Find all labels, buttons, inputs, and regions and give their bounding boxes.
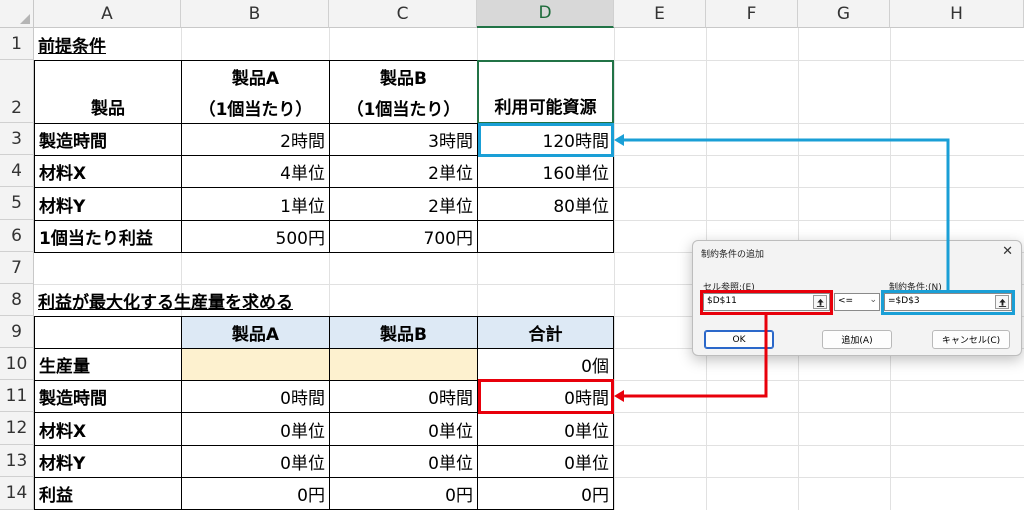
column-header-a[interactable]: A <box>34 0 181 28</box>
cell-a8-section-title[interactable]: 利益が最大化する生産量を求める <box>34 284 434 316</box>
gridline <box>614 28 615 510</box>
highlight-d3-box <box>478 123 614 157</box>
cell-d14[interactable]: 0円 <box>477 477 614 510</box>
cell-b13[interactable]: 0単位 <box>181 445 330 478</box>
cell-d2-selected[interactable]: 利用可能資源 <box>477 60 614 124</box>
row-header-5[interactable]: 5 <box>0 187 34 220</box>
cell-a3[interactable]: 製造時間 <box>34 123 182 156</box>
cell-c5[interactable]: 2単位 <box>329 187 478 221</box>
select-all-corner[interactable] <box>0 0 34 28</box>
column-header-d[interactable]: D <box>477 0 614 28</box>
cell-d13[interactable]: 0単位 <box>477 445 614 478</box>
cell-c11[interactable]: 0時間 <box>329 380 478 413</box>
cell-b9[interactable]: 製品A <box>181 316 330 349</box>
row-header-3[interactable]: 3 <box>0 123 34 155</box>
cell-a11[interactable]: 製造時間 <box>34 380 182 413</box>
cell-d9[interactable]: 合計 <box>477 316 614 349</box>
ok-button[interactable]: OK <box>704 330 774 349</box>
cell-b6[interactable]: 500円 <box>181 220 330 253</box>
cell-c10-input[interactable] <box>329 348 478 381</box>
row-header-12[interactable]: 12 <box>0 412 34 445</box>
cell-c13[interactable]: 0単位 <box>329 445 478 478</box>
row-header-14[interactable]: 14 <box>0 477 34 510</box>
cell-c14[interactable]: 0円 <box>329 477 478 510</box>
column-header-e[interactable]: E <box>614 0 706 28</box>
cell-d4[interactable]: 160単位 <box>477 155 614 188</box>
cell-d6[interactable] <box>477 220 614 253</box>
cell-b12[interactable]: 0単位 <box>181 412 330 446</box>
row-header-11[interactable]: 11 <box>0 380 34 412</box>
cell-c9[interactable]: 製品B <box>329 316 478 349</box>
column-header-h[interactable]: H <box>890 0 1024 28</box>
highlight-d11-box <box>478 379 614 414</box>
column-header-g[interactable]: G <box>798 0 890 28</box>
cell-b5[interactable]: 1単位 <box>181 187 330 221</box>
red-arrow-head <box>614 390 624 402</box>
cell-c2[interactable]: 製品B （1個当たり） <box>329 60 478 124</box>
highlight-constraint-box <box>881 290 1015 315</box>
cell-c4[interactable]: 2単位 <box>329 155 478 188</box>
dialog-title: 制約条件の追加 <box>701 250 765 260</box>
row-header-1[interactable]: 1 <box>0 28 34 60</box>
chevron-down-icon: ⌄ <box>869 295 877 305</box>
cell-b2-line2: （1個当たり） <box>198 100 313 120</box>
row-header-7[interactable]: 7 <box>0 252 34 284</box>
cell-b3[interactable]: 2時間 <box>181 123 330 156</box>
cell-b4[interactable]: 4単位 <box>181 155 330 188</box>
row-header-13[interactable]: 13 <box>0 445 34 477</box>
cell-b2-line1: 製品A <box>231 69 280 89</box>
cell-a10[interactable]: 生産量 <box>34 348 182 381</box>
row-header-9[interactable]: 9 <box>0 316 34 348</box>
cell-a4[interactable]: 材料X <box>34 155 182 188</box>
close-icon[interactable]: ✕ <box>1002 244 1013 259</box>
cell-c6[interactable]: 700円 <box>329 220 478 253</box>
cell-b14[interactable]: 0円 <box>181 477 330 510</box>
row-header-4[interactable]: 4 <box>0 155 34 187</box>
cell-d10[interactable]: 0個 <box>477 348 614 381</box>
row-header-6[interactable]: 6 <box>0 220 34 252</box>
row-header-8[interactable]: 8 <box>0 284 34 316</box>
cell-c3[interactable]: 3時間 <box>329 123 478 156</box>
add-button[interactable]: 追加(A) <box>822 330 892 349</box>
operator-value: <= <box>838 296 854 306</box>
cell-c2-line1: 製品B <box>380 69 427 89</box>
cell-a14[interactable]: 利益 <box>34 477 182 510</box>
cell-a9[interactable] <box>34 316 182 349</box>
highlight-cell-reference-box <box>700 290 833 315</box>
column-header-b[interactable]: B <box>181 0 329 28</box>
cell-a6[interactable]: 1個当たり利益 <box>34 220 182 253</box>
row-header-10[interactable]: 10 <box>0 348 34 380</box>
cell-b2[interactable]: 製品A （1個当たり） <box>181 60 330 124</box>
cell-a2[interactable]: 製品 <box>34 60 182 124</box>
column-header-f[interactable]: F <box>706 0 798 28</box>
cell-b11[interactable]: 0時間 <box>181 380 330 413</box>
cancel-button[interactable]: キャンセル(C) <box>932 330 1010 349</box>
cell-a12[interactable]: 材料X <box>34 412 182 446</box>
cell-c12[interactable]: 0単位 <box>329 412 478 446</box>
cell-d5[interactable]: 80単位 <box>477 187 614 221</box>
cell-b10-input[interactable] <box>181 348 330 381</box>
cell-a5[interactable]: 材料Y <box>34 187 182 221</box>
cell-c2-line2: （1個当たり） <box>346 100 461 120</box>
cell-a1-section-title[interactable]: 前提条件 <box>34 28 181 60</box>
row-header-2[interactable]: 2 <box>0 60 34 123</box>
operator-select[interactable]: <= ⌄ <box>834 293 880 311</box>
cell-a13[interactable]: 材料Y <box>34 445 182 478</box>
blue-arrow-head <box>614 134 624 146</box>
column-header-c[interactable]: C <box>329 0 477 28</box>
cell-d12[interactable]: 0単位 <box>477 412 614 446</box>
